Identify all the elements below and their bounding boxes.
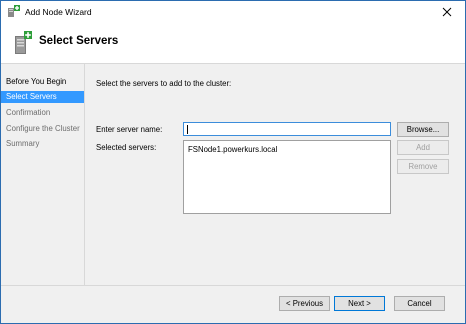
text-caret bbox=[187, 125, 188, 134]
wizard-footer: < Previous Next > Cancel bbox=[1, 286, 465, 323]
cluster-app-icon bbox=[7, 5, 20, 18]
server-name-label: Enter server name: bbox=[96, 125, 163, 134]
remove-button[interactable]: Remove bbox=[397, 159, 449, 174]
title-bar: Add Node Wizard bbox=[1, 1, 465, 23]
list-item[interactable]: FSNode1.powerkurs.local bbox=[188, 145, 277, 154]
nav-step-confirmation: Confirmation bbox=[6, 108, 51, 117]
selected-servers-list[interactable]: FSNode1.powerkurs.local bbox=[183, 140, 391, 214]
server-add-icon bbox=[13, 30, 33, 56]
nav-step-before-you-begin[interactable]: Before You Begin bbox=[1, 76, 84, 88]
nav-step-select-servers[interactable]: Select Servers bbox=[1, 91, 84, 103]
wizard-header: Select Servers bbox=[1, 23, 465, 63]
cancel-button[interactable]: Cancel bbox=[394, 296, 445, 311]
nav-step-summary: Summary bbox=[6, 139, 40, 148]
add-node-wizard-window: Add Node Wizard Select Servers Before Yo… bbox=[0, 0, 466, 324]
selected-servers-label: Selected servers: bbox=[96, 143, 157, 152]
window-title: Add Node Wizard bbox=[25, 7, 92, 17]
close-icon[interactable] bbox=[437, 4, 457, 20]
server-name-input[interactable] bbox=[183, 122, 391, 136]
add-button[interactable]: Add bbox=[397, 140, 449, 155]
nav-step-configure-cluster: Configure the Cluster bbox=[6, 124, 80, 133]
browse-button[interactable]: Browse... bbox=[397, 122, 449, 137]
page-title: Select Servers bbox=[39, 35, 119, 47]
previous-button[interactable]: < Previous bbox=[279, 296, 330, 311]
main-content: Select the servers to add to the cluster… bbox=[85, 64, 465, 285]
wizard-steps-nav: Before You Begin Select Servers Confirma… bbox=[1, 64, 84, 285]
instruction-text: Select the servers to add to the cluster… bbox=[96, 79, 232, 88]
next-button[interactable]: Next > bbox=[334, 296, 385, 311]
